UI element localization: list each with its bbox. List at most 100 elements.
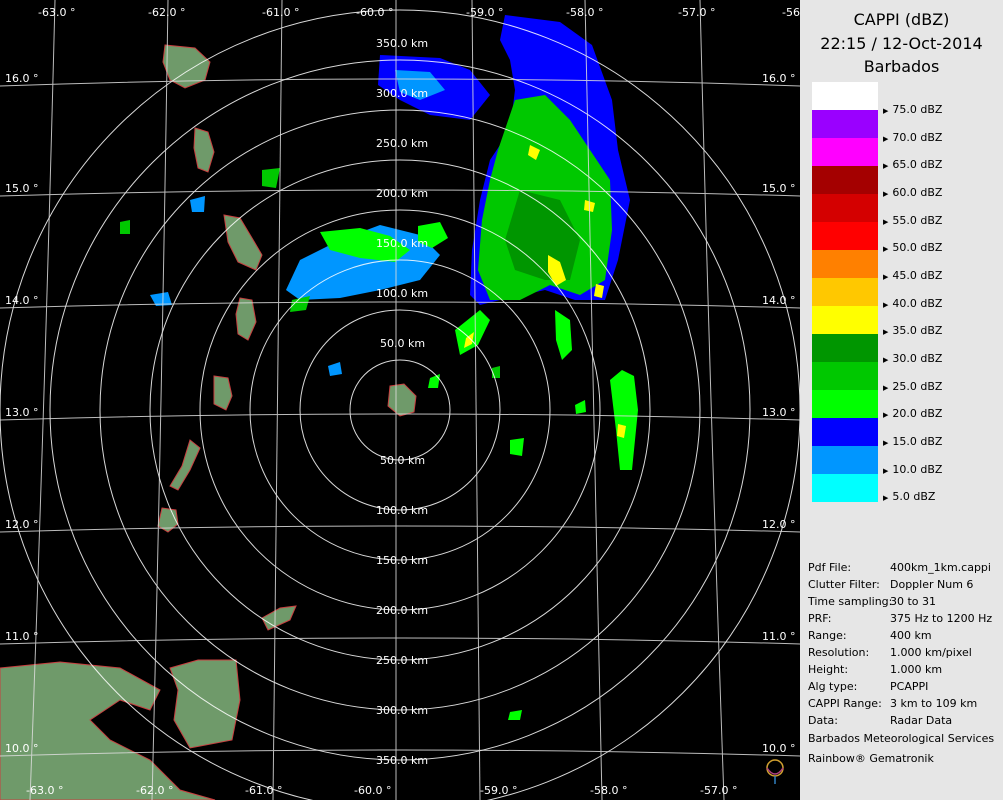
info-value: 400km_1km.cappi: [890, 561, 991, 574]
lat-labels-left: 16.0 ° 15.0 ° 14.0 ° 13.0 ° 12.0 ° 11.0 …: [5, 72, 39, 755]
range-label: 250.0 km: [376, 654, 428, 667]
legend-swatch: [812, 334, 878, 362]
lon-label: -59.0 °: [466, 6, 503, 19]
info-key: Range:: [808, 629, 847, 642]
range-label: 150.0 km: [376, 554, 428, 567]
lat-label: 11.0 °: [762, 630, 796, 643]
product-title: CAPPI (dBZ): [853, 10, 950, 29]
info-value: 1.000 km: [890, 663, 943, 676]
legend-level-label: 15.0 dBZ: [892, 435, 943, 448]
range-label: 150.0 km: [376, 237, 428, 250]
lat-label: 11.0 °: [5, 630, 39, 643]
info-value: Radar Data: [890, 714, 953, 727]
lon-label: -60.0 °: [354, 784, 391, 797]
info-value: 30 to 31: [890, 595, 937, 608]
legend-swatch: [812, 138, 878, 166]
lon-label: -57.0 °: [700, 784, 737, 797]
legend-level-label: 60.0 dBZ: [892, 186, 943, 199]
info-row: Alg type: PCAPPI: [808, 680, 928, 693]
lat-label: 14.0 °: [762, 294, 796, 307]
info-key: Clutter Filter:: [808, 578, 880, 591]
info-value: Doppler Num 6: [890, 578, 974, 591]
site-label: Barbados: [863, 57, 940, 76]
legend-level-label: 20.0 dBZ: [892, 407, 943, 420]
range-label: 200.0 km: [376, 604, 428, 617]
range-label: 100.0 km: [376, 504, 428, 517]
lon-label: -63.0 °: [38, 6, 75, 19]
lon-label: -63.0 °: [26, 784, 63, 797]
legend-swatch: [812, 110, 878, 138]
legend-level: ▶ 15.0 dBZ: [883, 435, 943, 448]
info-key: Pdf File:: [808, 561, 852, 574]
info-key: Alg type:: [808, 680, 858, 693]
lat-label: 15.0 °: [5, 182, 39, 195]
lon-label: -58.0 °: [590, 784, 627, 797]
lat-labels-right: 16.0 ° 15.0 ° 14.0 ° 13.0 ° 12.0 ° 11.0 …: [762, 72, 796, 755]
info-value: 375 Hz to 1200 Hz: [890, 612, 993, 625]
legend-level-label: 55.0 dBZ: [892, 214, 943, 227]
info-row: Time sampling:30 to 31: [808, 595, 936, 608]
info-row: Clutter Filter: Doppler Num 6: [808, 578, 973, 591]
organization-label: Barbados Meteorological Services: [808, 732, 995, 745]
info-value: 400 km: [890, 629, 932, 642]
datetime-label: 22:15 / 12-Oct-2014: [820, 34, 983, 53]
radar-svg: -63.0 ° -62.0 ° -61.0 ° -60.0 ° -59.0 ° …: [0, 0, 800, 800]
legend-level: ▶ 75.0 dBZ: [883, 103, 943, 116]
legend-swatch: [812, 390, 878, 418]
lat-label: 13.0 °: [762, 406, 796, 419]
legend-level-label: 45.0 dBZ: [892, 269, 943, 282]
legend-level-label: 75.0 dBZ: [892, 103, 943, 116]
gematronik-logo-icon: [766, 759, 784, 784]
range-label: 200.0 km: [376, 187, 428, 200]
info-key: Time sampling:: [808, 595, 893, 608]
lat-label: 16.0 °: [762, 72, 796, 85]
range-label: 300.0 km: [376, 704, 428, 717]
range-label: 350.0 km: [376, 37, 428, 50]
lat-label: 15.0 °: [762, 182, 796, 195]
info-key: PRF:: [808, 612, 832, 625]
info-row: Range: 400 km: [808, 629, 932, 642]
legend-swatch: [812, 166, 878, 194]
legend-level-label: 35.0 dBZ: [892, 324, 943, 337]
info-row: CAPPI Range: 3 km to 109 km: [808, 697, 977, 710]
lon-label: -56: [782, 6, 800, 19]
legend-swatch: [812, 222, 878, 250]
legend-level: ▶ 70.0 dBZ: [883, 131, 943, 144]
legend-level-label: 50.0 dBZ: [892, 241, 943, 254]
info-row: Pdf File: 400km_1km.cappi: [808, 561, 991, 574]
lon-label: -57.0 °: [678, 6, 715, 19]
range-label: 50.0 km: [380, 454, 425, 467]
lat-label: 14.0 °: [5, 294, 39, 307]
info-row: PRF: 375 Hz to 1200 Hz: [808, 612, 992, 625]
legend-swatch: [812, 250, 878, 278]
range-label: 250.0 km: [376, 137, 428, 150]
legend-level: ▶ 20.0 dBZ: [883, 407, 943, 420]
range-label: 100.0 km: [376, 287, 428, 300]
info-value: 3 km to 109 km: [890, 697, 978, 710]
lat-label: 13.0 °: [5, 406, 39, 419]
legend-swatch: [812, 474, 878, 502]
legend-level: ▶ 30.0 dBZ: [883, 352, 943, 365]
legend-panel: CAPPI (dBZ) 22:15 / 12-Oct-2014 Barbados…: [800, 0, 1003, 800]
legend-level: ▶ 25.0 dBZ: [883, 380, 943, 393]
legend-level-label: 10.0 dBZ: [892, 463, 943, 476]
legend-level-label: 5.0 dBZ: [892, 490, 936, 503]
legend-level: ▶ 45.0 dBZ: [883, 269, 943, 282]
info-value: PCAPPI: [890, 680, 929, 693]
legend-level: ▶ 55.0 dBZ: [883, 214, 943, 227]
legend-swatch: [812, 82, 878, 110]
lon-label: -61.0 °: [245, 784, 282, 797]
legend-level: ▶ 5.0 dBZ: [883, 490, 936, 503]
lat-label: 16.0 °: [5, 72, 39, 85]
legend-swatch: [812, 362, 878, 390]
legend-swatch: [812, 194, 878, 222]
lat-label: 10.0 °: [762, 742, 796, 755]
legend-level: ▶ 60.0 dBZ: [883, 186, 943, 199]
legend-level: ▶ 50.0 dBZ: [883, 241, 943, 254]
lon-label: -58.0 °: [566, 6, 603, 19]
info-row: Height: 1.000 km: [808, 663, 942, 676]
legend-level: ▶ 40.0 dBZ: [883, 297, 943, 310]
legend-swatch: [812, 306, 878, 334]
legend-level: ▶ 35.0 dBZ: [883, 324, 943, 337]
legend-level: ▶ 10.0 dBZ: [883, 463, 943, 476]
